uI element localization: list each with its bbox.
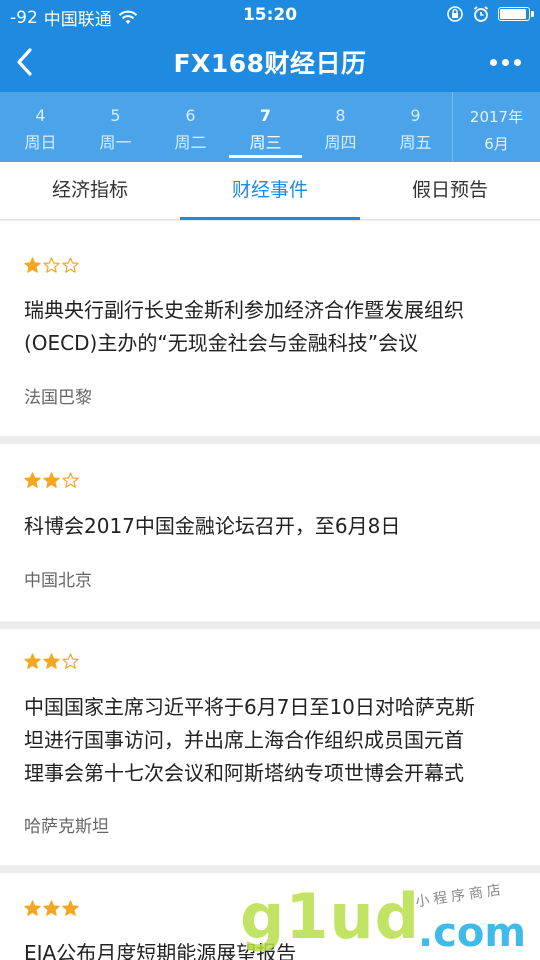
active-tab-indicator (180, 217, 360, 220)
nav-bar: FX168财经日历 (0, 30, 540, 92)
star-filled-icon (43, 472, 60, 488)
star-empty-icon (43, 257, 60, 273)
tab-holiday-notices[interactable]: 假日预告 (360, 162, 540, 220)
status-bar: -92 中国联通 15:20 (0, 0, 540, 30)
battery-fill (500, 9, 526, 19)
star-filled-icon (24, 472, 41, 488)
month-picker-year: 2017年 (469, 108, 524, 126)
date-item-7[interactable]: 7 周三 (228, 92, 303, 162)
event-title: EIA公布月度短期能源展望报告 (24, 941, 297, 960)
star-empty-icon (62, 472, 79, 488)
more-button[interactable] (486, 46, 526, 76)
month-picker-month: 6月 (484, 135, 509, 153)
star-filled-icon (24, 900, 41, 916)
event-title: 中国国家主席习近平将于6月7日至10日对哈萨克斯 坦进行国事访问，并出席上海合作… (24, 695, 475, 785)
event-title: 科博会2017中国金融论坛召开，至6月8日 (24, 514, 401, 538)
tab-economic-indicators[interactable]: 经济指标 (0, 162, 180, 220)
category-tabs: 经济指标 财经事件 假日预告 (0, 162, 540, 220)
importance-stars (24, 257, 79, 274)
event-card[interactable]: 瑞典央行副行长史金斯利参加经济合作暨发展组织 (OECD)主办的“无现金社会与金… (0, 221, 540, 436)
tab-financial-events[interactable]: 财经事件 (180, 162, 360, 220)
star-empty-icon (62, 653, 79, 669)
importance-stars (24, 472, 79, 489)
importance-stars (24, 653, 79, 670)
date-strip: 4 周日 5 周一 6 周二 7 周三 8 周四 9 周五 2017年 6月 (0, 92, 540, 162)
star-empty-icon (62, 257, 79, 273)
event-card[interactable]: 科博会2017中国金融论坛召开，至6月8日 中国北京 (0, 444, 540, 621)
selected-date-indicator (229, 155, 302, 158)
more-dots-icon (490, 59, 497, 66)
importance-stars (24, 900, 79, 917)
page-title: FX168财经日历 (173, 49, 367, 78)
event-location: 哈萨克斯坦 (24, 817, 109, 837)
date-item-4[interactable]: 4 周日 (3, 92, 78, 162)
star-filled-icon (24, 257, 41, 273)
star-filled-icon (24, 653, 41, 669)
star-filled-icon (62, 900, 79, 916)
event-title: 瑞典央行副行长史金斯利参加经济合作暨发展组织 (OECD)主办的“无现金社会与金… (24, 298, 464, 355)
alarm-icon (473, 6, 489, 22)
event-location: 法国巴黎 (24, 388, 92, 408)
event-card[interactable]: 中国国家主席习近平将于6月7日至10日对哈萨克斯 坦进行国事访问，并出席上海合作… (0, 629, 540, 865)
event-card[interactable]: EIA公布月度短期能源展望报告 (0, 873, 540, 960)
date-item-8[interactable]: 8 周四 (303, 92, 378, 162)
date-item-9[interactable]: 9 周五 (378, 92, 453, 162)
date-item-5[interactable]: 5 周一 (78, 92, 153, 162)
rotation-lock-icon (447, 6, 463, 22)
event-location: 中国北京 (24, 571, 92, 591)
month-picker[interactable]: 2017年 6月 (453, 92, 540, 162)
date-item-6[interactable]: 6 周二 (153, 92, 228, 162)
battery-icon (498, 7, 534, 21)
star-filled-icon (43, 900, 60, 916)
star-filled-icon (43, 653, 60, 669)
